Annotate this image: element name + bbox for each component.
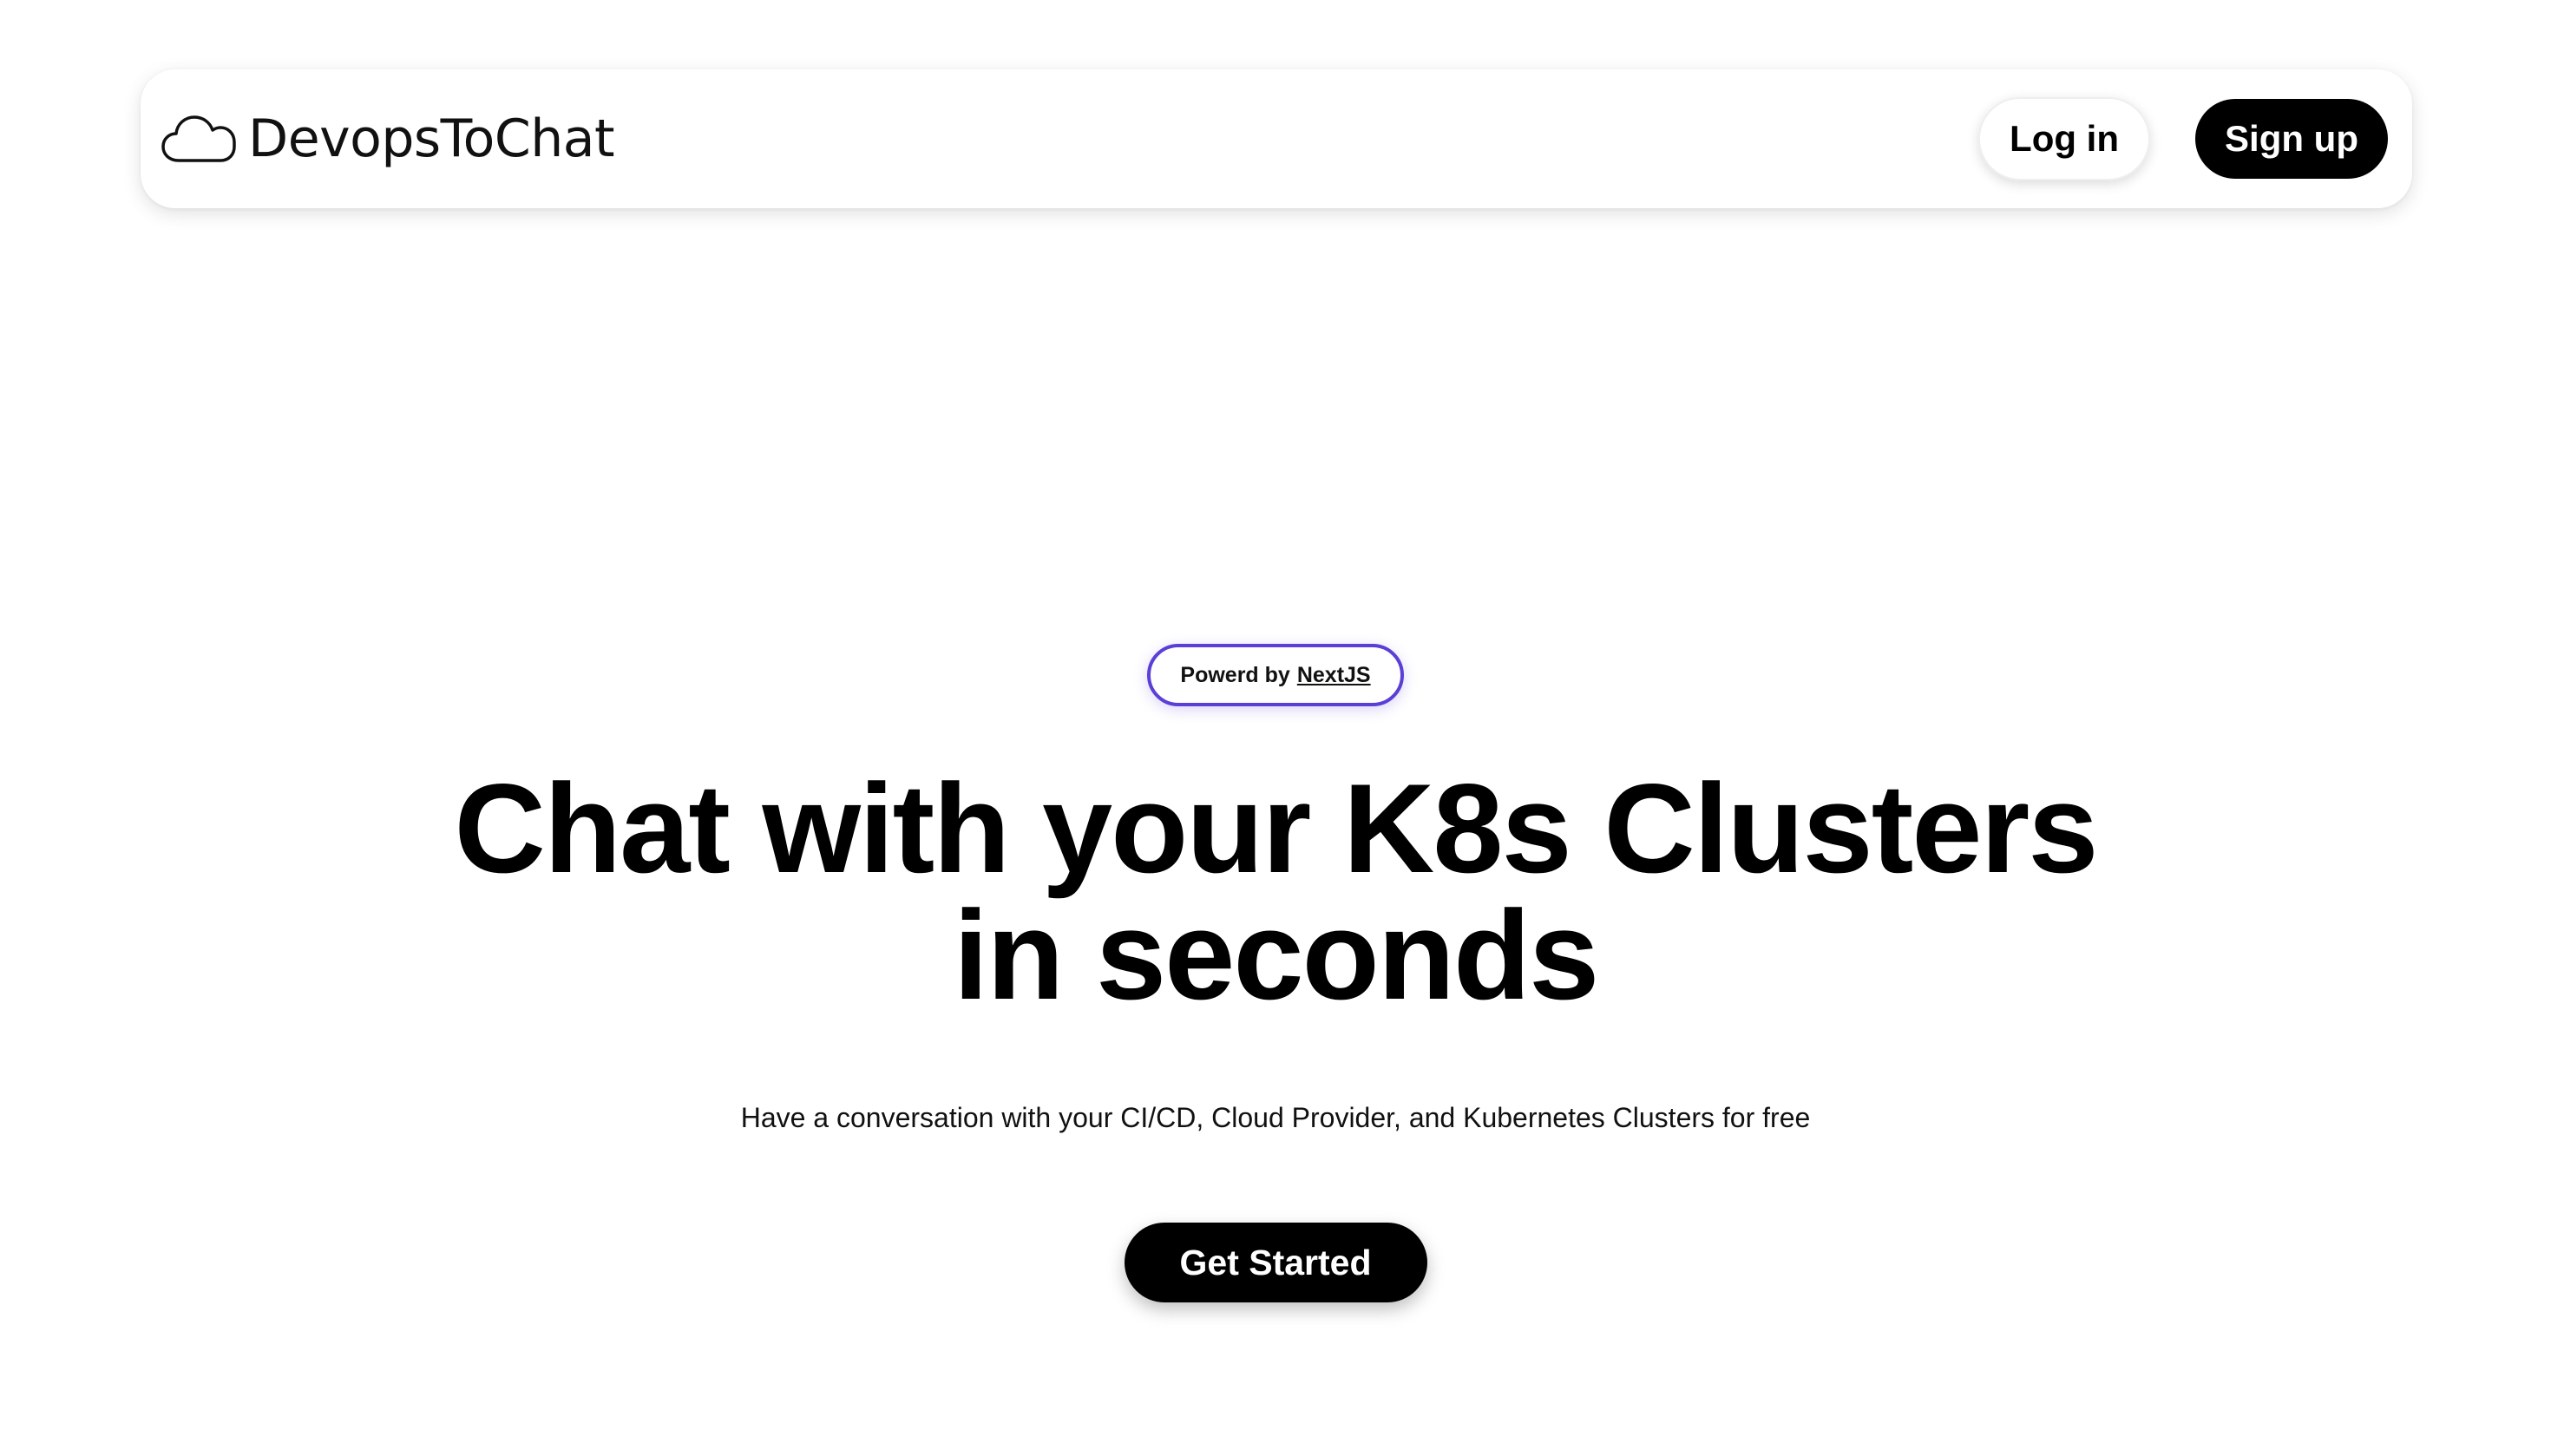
headline-line-2: in seconds xyxy=(953,884,1600,1026)
nav-actions: Log in Sign up xyxy=(1978,69,2388,208)
get-started-button[interactable]: Get Started xyxy=(1124,1223,1427,1302)
headline-line-1: Chat with your K8s Clusters xyxy=(454,758,2098,899)
landing-page: DevopsToChat Log in Sign up Powerd by Ne… xyxy=(0,0,2551,1456)
navbar: DevopsToChat Log in Sign up xyxy=(141,69,2412,208)
nextjs-link[interactable]: NextJS xyxy=(1297,663,1371,688)
cloud-icon xyxy=(161,112,236,166)
hero-subtitle: Have a conversation with your CI/CD, Clo… xyxy=(740,1102,1811,1133)
signup-button[interactable]: Sign up xyxy=(2195,99,2388,179)
hero-section: Powerd by NextJS Chat with your K8s Clus… xyxy=(0,644,2551,1302)
brand-name: DevopsToChat xyxy=(248,108,615,169)
login-button[interactable]: Log in xyxy=(1978,97,2151,180)
powered-by-badge: Powerd by NextJS xyxy=(1147,644,1404,706)
badge-prefix: Powerd by xyxy=(1180,662,1290,687)
brand-logo-link[interactable]: DevopsToChat xyxy=(161,69,615,208)
hero-headline: Chat with your K8s Clusters in seconds xyxy=(454,758,2098,1026)
